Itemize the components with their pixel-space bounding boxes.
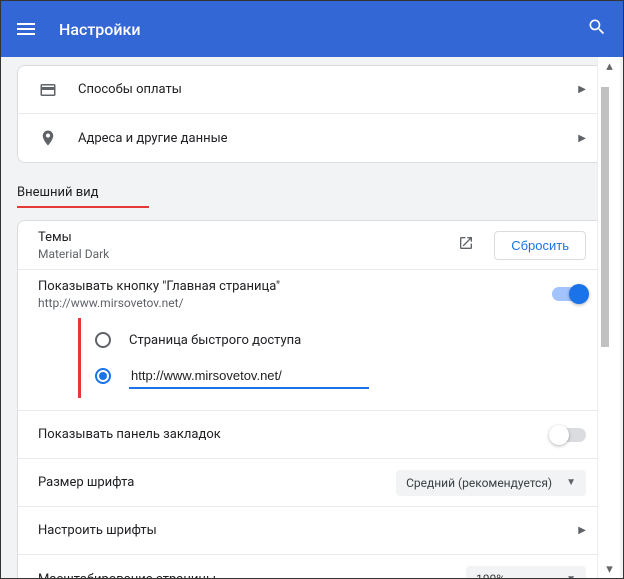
radio-row-newtab[interactable]: Страница быстрого доступа — [95, 322, 586, 358]
home-button-url: http://www.mirsovetov.net/ — [38, 296, 552, 310]
chevron-right-icon: ▶ — [578, 133, 586, 144]
page-title: Настройки — [59, 20, 140, 39]
chevron-right-icon: ▶ — [578, 84, 586, 95]
row-font-size: Размер шрифта Средний (рекомендуется) ▼ — [18, 459, 606, 507]
row-label: Адреса и другие данные — [78, 131, 578, 146]
row-addresses[interactable]: Адреса и другие данные ▶ — [18, 114, 606, 162]
scrollbar[interactable]: ▴ ▾ — [597, 57, 620, 578]
row-label: Способы оплаты — [78, 82, 578, 97]
appearance-card: Темы Material Dark Сбросить Показывать к… — [17, 220, 607, 578]
home-button-toggle[interactable] — [552, 287, 586, 301]
search-icon[interactable] — [587, 17, 607, 41]
row-bookmarks-bar: Показывать панель закладок — [18, 411, 606, 459]
row-customize-fonts[interactable]: Настроить шрифты ▶ — [18, 507, 606, 555]
radio-row-custom[interactable] — [95, 358, 586, 394]
highlight-bar — [78, 318, 81, 398]
row-page-zoom: Масштабирование страницы 100% ▼ — [18, 555, 606, 578]
home-page-radio-group: Страница быстрого доступа — [18, 318, 606, 411]
themes-current: Material Dark — [38, 247, 452, 261]
row-home-button: Показывать кнопку "Главная страница" htt… — [18, 270, 606, 318]
scroll-down-icon[interactable]: ▾ — [598, 560, 621, 578]
chevron-right-icon: ▶ — [578, 525, 586, 536]
zoom-select[interactable]: 100% ▼ — [466, 566, 586, 578]
chevron-down-icon: ▼ — [566, 477, 576, 488]
radio-newtab-label: Страница быстрого доступа — [129, 333, 301, 348]
autofill-card: Способы оплаты ▶ Адреса и другие данные … — [17, 65, 607, 163]
row-themes[interactable]: Темы Material Dark Сбросить — [18, 221, 606, 270]
home-button-label: Показывать кнопку "Главная страница" — [38, 279, 552, 294]
font-size-value: Средний (рекомендуется) — [406, 476, 552, 490]
reset-theme-button[interactable]: Сбросить — [494, 231, 586, 260]
bookmarks-bar-toggle[interactable] — [552, 428, 586, 442]
open-external-icon[interactable] — [452, 229, 480, 261]
menu-icon[interactable] — [17, 23, 35, 35]
zoom-label: Масштабирование страницы — [38, 572, 466, 579]
scroll-up-icon[interactable]: ▴ — [598, 57, 621, 75]
row-payment-methods[interactable]: Способы оплаты ▶ — [18, 66, 606, 114]
bookmarks-bar-label: Показывать панель закладок — [38, 427, 552, 442]
themes-label: Темы — [38, 230, 452, 245]
app-header: Настройки — [1, 1, 623, 57]
custom-homepage-input[interactable] — [129, 364, 369, 389]
radio-custom[interactable] — [95, 368, 111, 384]
scrollbar-thumb[interactable] — [601, 87, 609, 347]
font-size-label: Размер шрифта — [38, 475, 396, 490]
location-icon — [38, 128, 58, 148]
section-title-appearance: Внешний вид — [17, 185, 149, 208]
credit-card-icon — [38, 80, 58, 100]
settings-content: Способы оплаты ▶ Адреса и другие данные … — [1, 57, 623, 578]
customize-fonts-label: Настроить шрифты — [38, 523, 578, 538]
zoom-value: 100% — [476, 572, 505, 578]
radio-newtab[interactable] — [95, 332, 111, 348]
chevron-down-icon: ▼ — [566, 574, 576, 579]
font-size-select[interactable]: Средний (рекомендуется) ▼ — [396, 470, 586, 496]
